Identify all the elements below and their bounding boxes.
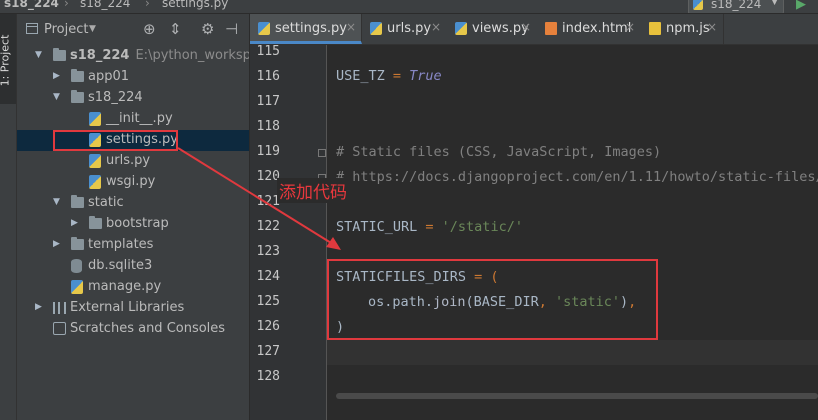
- annotation-label: 添加代码: [277, 178, 349, 203]
- annotation-arrow: [177, 147, 341, 250]
